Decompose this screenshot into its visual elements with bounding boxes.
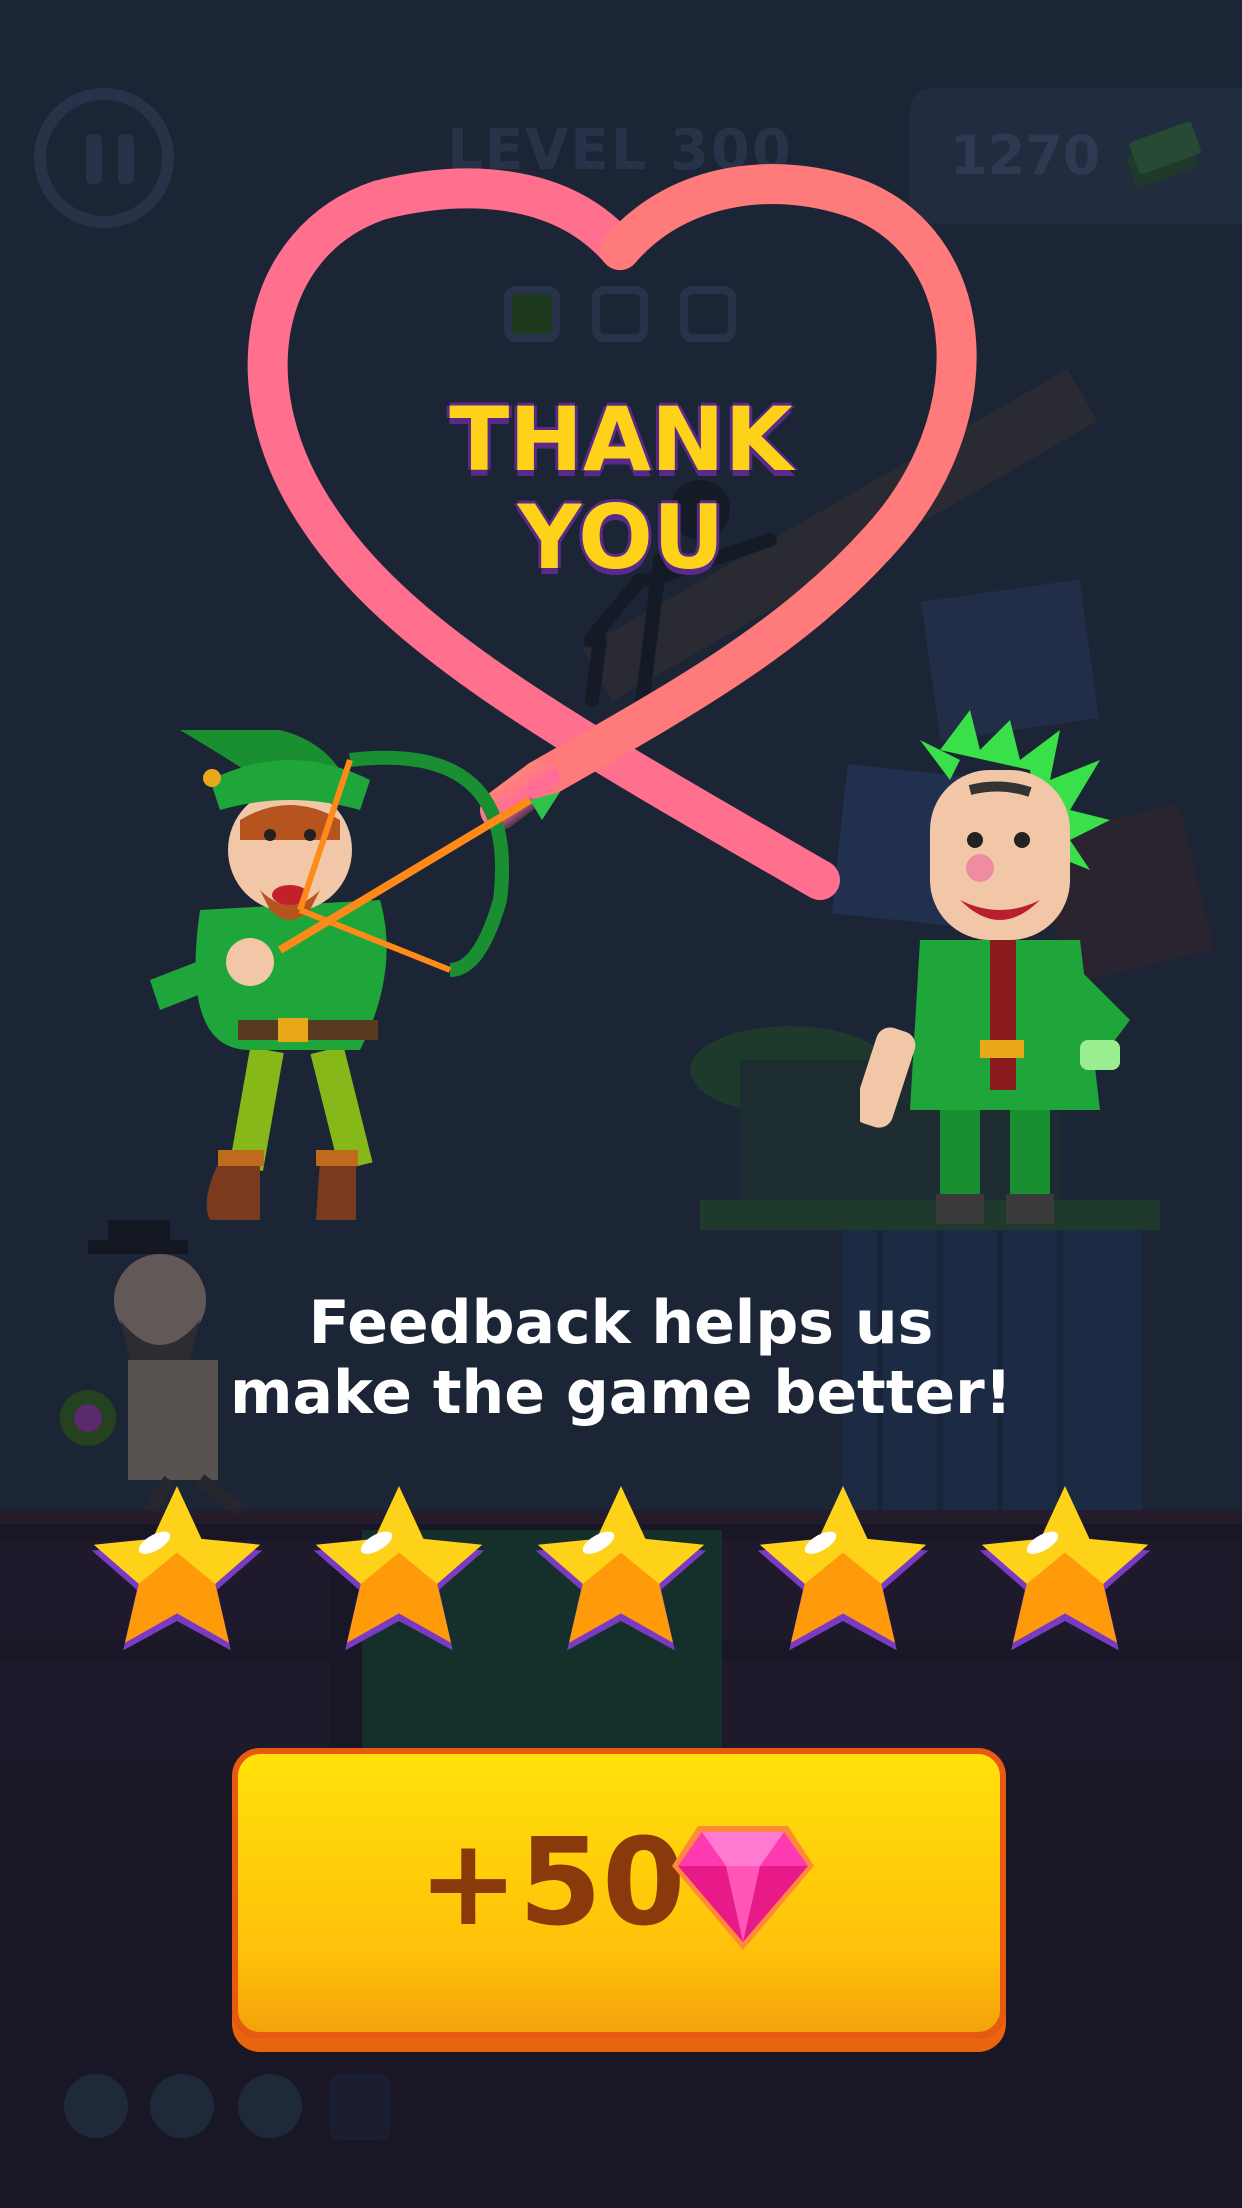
archer-character	[150, 730, 560, 1220]
star-2[interactable]	[306, 1482, 492, 1672]
target-character	[860, 710, 1130, 1224]
star-4[interactable]	[750, 1482, 936, 1672]
star-5[interactable]	[972, 1482, 1158, 1672]
title-line-2: YOU	[517, 486, 725, 589]
reward-amount: +50	[418, 1814, 686, 1953]
subtitle-line-1: Feedback helps us	[308, 1288, 934, 1358]
star-3[interactable]	[528, 1482, 714, 1672]
subtitle: Feedback helps us make the game better!	[0, 1288, 1242, 1428]
star-1[interactable]	[84, 1482, 270, 1672]
subtitle-line-2: make the game better!	[229, 1358, 1013, 1428]
pink-gem-icon	[672, 1826, 814, 1950]
title-line-1: THANK	[449, 388, 793, 491]
star-rating	[84, 1482, 1160, 1682]
claim-reward-button[interactable]: +50	[232, 1748, 1006, 2038]
